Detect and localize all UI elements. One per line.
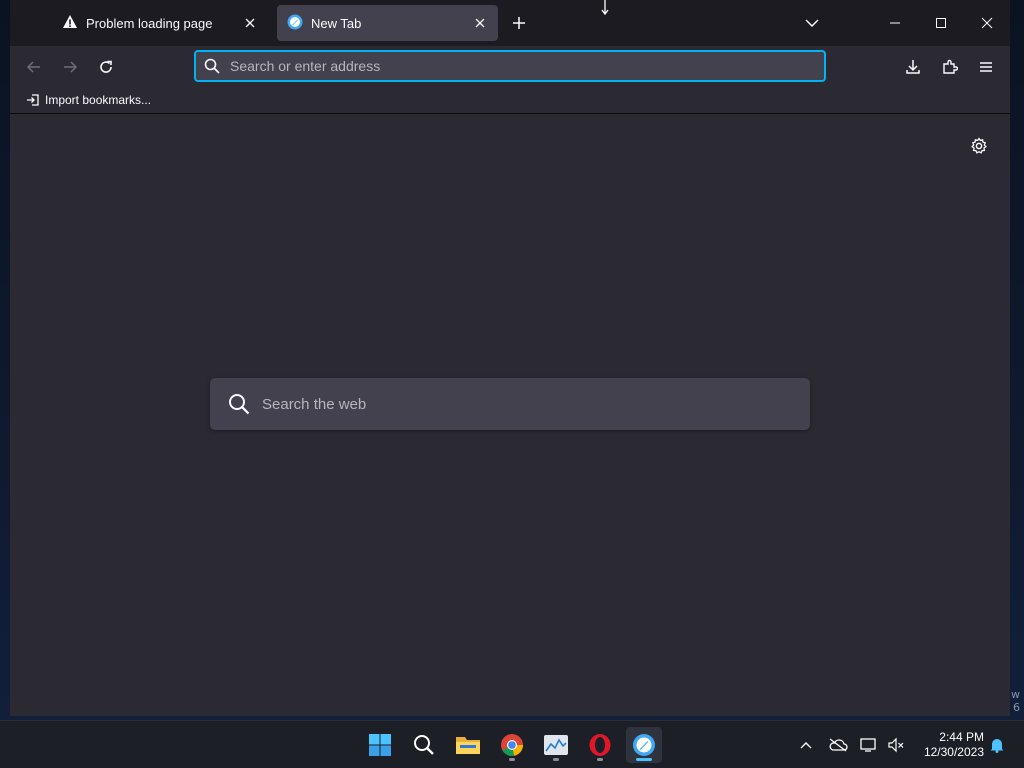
tab-strip: Problem loading page New Tab — [10, 0, 1010, 46]
search-icon — [204, 58, 220, 74]
extensions-button[interactable] — [936, 53, 964, 81]
app-menu-button[interactable] — [972, 53, 1000, 81]
file-explorer-button[interactable] — [450, 727, 486, 763]
notifications-button[interactable] — [985, 733, 1009, 757]
puzzle-icon — [943, 59, 958, 74]
hamburger-menu-icon — [980, 62, 992, 72]
network-button[interactable] — [857, 733, 881, 757]
opera-button[interactable] — [582, 727, 618, 763]
start-icon — [369, 734, 391, 756]
personalize-button[interactable] — [968, 135, 990, 157]
reload-icon — [100, 60, 112, 73]
chevron-down-icon — [805, 19, 819, 28]
cloud-offline-icon — [829, 738, 848, 752]
plus-icon — [513, 17, 525, 29]
maximize-icon — [936, 18, 946, 28]
search-icon — [229, 394, 250, 415]
reload-button[interactable] — [92, 53, 120, 81]
desktop-corner-text-line2: 6 — [1013, 701, 1020, 714]
chevron-up-icon — [800, 742, 812, 749]
forward-button[interactable] — [56, 53, 84, 81]
close-icon — [981, 17, 993, 29]
cursor-icon — [601, 0, 609, 16]
browser-icon — [633, 734, 655, 756]
minimize-icon — [890, 22, 900, 24]
file-explorer-icon — [456, 737, 480, 754]
navigation-toolbar — [10, 46, 1010, 86]
active-indicator — [636, 758, 652, 761]
close-tab-icon[interactable] — [242, 15, 258, 31]
address-input[interactable] — [230, 58, 790, 74]
back-button[interactable] — [20, 53, 48, 81]
running-indicator — [553, 758, 559, 761]
arrow-right-icon — [64, 61, 78, 73]
show-hidden-icons-button[interactable] — [794, 733, 818, 757]
taskbar-search-button[interactable] — [406, 727, 442, 763]
running-indicator — [509, 758, 515, 761]
chrome-button[interactable] — [494, 727, 530, 763]
start-button[interactable] — [362, 727, 398, 763]
new-tab-page — [10, 114, 1010, 716]
import-bookmarks-button[interactable]: Import bookmarks... — [22, 89, 155, 111]
taskbar: 2:44 PM 12/30/2023 — [0, 720, 1024, 768]
arrow-left-icon — [26, 61, 40, 73]
list-all-tabs-button[interactable] — [800, 11, 824, 35]
browser-taskbar-button[interactable] — [626, 727, 662, 763]
volume-button[interactable] — [884, 733, 908, 757]
maximize-button[interactable] — [918, 0, 964, 46]
web-search-input[interactable] — [262, 395, 782, 413]
warning-icon — [62, 14, 78, 33]
download-icon — [906, 60, 920, 74]
task-manager-button[interactable] — [538, 727, 574, 763]
tab-new-tab[interactable]: New Tab — [277, 5, 498, 41]
volume-muted-icon — [888, 737, 904, 753]
network-icon — [860, 738, 876, 752]
task-manager-icon — [544, 735, 568, 755]
desktop-corner-text-line1: w — [1011, 688, 1020, 701]
browser-logo-icon — [287, 14, 303, 33]
minimize-button[interactable] — [872, 0, 918, 46]
clock-date: 12/30/2023 — [923, 745, 984, 759]
gear-icon — [971, 137, 987, 154]
tab-label: New Tab — [311, 15, 362, 31]
import-bookmarks-label: Import bookmarks... — [45, 92, 152, 107]
opera-icon — [589, 734, 611, 756]
import-icon — [27, 93, 39, 106]
close-tab-icon[interactable] — [472, 15, 488, 31]
close-window-button[interactable] — [964, 0, 1010, 46]
tab-label: Problem loading page — [86, 15, 213, 31]
browser-window: Problem loading page New Tab Search or e… — [10, 0, 1010, 716]
onedrive-button[interactable] — [826, 733, 850, 757]
system-clock[interactable]: 2:44 PM 12/30/2023 — [912, 730, 984, 760]
running-indicator — [597, 758, 603, 761]
bookmarks-toolbar: Import bookmarks... — [10, 86, 1010, 114]
desktop-corner-text: w 6 — [1011, 688, 1020, 714]
clock-time: 2:44 PM — [939, 730, 984, 744]
downloads-button[interactable] — [899, 53, 927, 81]
web-search-box[interactable] — [210, 378, 810, 430]
search-icon — [414, 735, 434, 755]
bell-icon — [990, 739, 1004, 753]
new-tab-button[interactable] — [507, 11, 531, 35]
address-bar[interactable] — [194, 50, 826, 82]
tab-problem-loading[interactable]: Problem loading page — [52, 5, 268, 41]
chrome-icon — [501, 734, 523, 756]
